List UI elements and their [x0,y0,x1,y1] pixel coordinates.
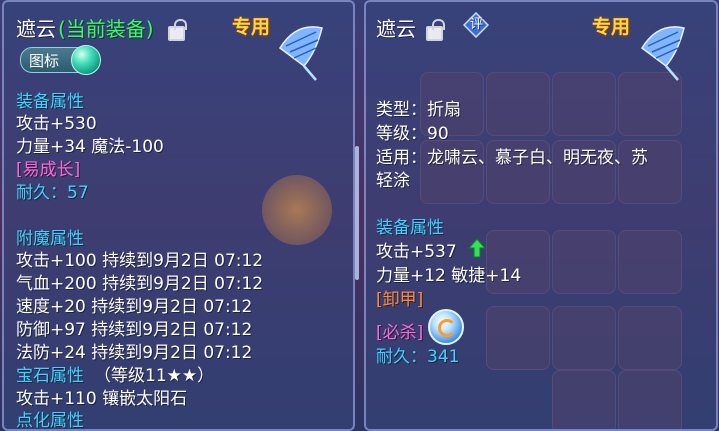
gem-level: （等级11★★） [94,366,215,386]
lock-icon[interactable] [168,19,187,41]
usable-by-cont: 轻涂 [376,171,410,191]
skill-tag: [必杀] [376,323,424,343]
upgrade-arrow-icon [468,238,486,258]
refine-header: 点化属性 [16,411,84,431]
attack-stat: 攻击+537 [376,242,457,262]
special-tag: [卸甲] [376,290,424,310]
exclusive-badge: 专用 [592,16,631,38]
durability: 耐久：57 [16,183,89,203]
gem-orb-icon [71,45,101,75]
critical-skill-icon[interactable] [428,309,464,345]
evaluate-label: 评 [470,17,484,32]
enchant-header: 附魔属性 [16,229,84,249]
enchant-line: 法防+24 持续到9月2日 07:12 [16,343,253,363]
item-level: 等级：90 [376,124,449,144]
icon-toggle-label: 图标 [29,52,60,70]
fan-weapon-icon [279,26,323,81]
gem-header: 宝石属性 [16,366,84,386]
equip-attr-header: 装备属性 [16,92,84,112]
watermark-logo [262,175,332,245]
item-type: 类型：折扇 [376,100,461,120]
durability: 耐久：341 [376,347,460,367]
equipped-tag: (当前装备) [58,17,154,41]
enchant-line: 防御+97 持续到9月2日 07:12 [16,320,253,340]
special-tag: [易成长] [16,160,81,180]
enchant-line: 气血+200 持续到9月2日 07:12 [16,274,264,294]
icon-toggle[interactable]: 图标 [20,45,101,75]
item-name: 遮云 [16,17,56,41]
base-stats: 力量+12 敏捷+14 [376,266,522,286]
gem-detail: 攻击+110 镶嵌太阳石 [16,389,188,409]
usable-by: 适用：龙啸云、慕子白、明无夜、苏 [376,148,648,168]
attack-stat: 攻击+530 [16,114,97,134]
item-name: 遮云 [376,17,416,41]
scrollbar[interactable] [355,146,359,280]
equip-attr-header: 装备属性 [376,218,444,238]
enchant-line: 速度+20 持续到9月2日 07:12 [16,297,253,317]
compare-equipment-tooltip: 遮云 专用 类型：折扇 等级：90 适用：龙啸云、慕子白、明无夜、苏 轻涂 装备… [364,0,718,431]
enchant-line: 攻击+100 持续到9月2日 07:12 [16,251,264,271]
exclusive-badge: 专用 [232,16,271,38]
fan-weapon-icon [641,26,685,81]
base-stats: 力量+34 魔法-100 [16,137,164,157]
lock-icon[interactable] [426,19,445,41]
